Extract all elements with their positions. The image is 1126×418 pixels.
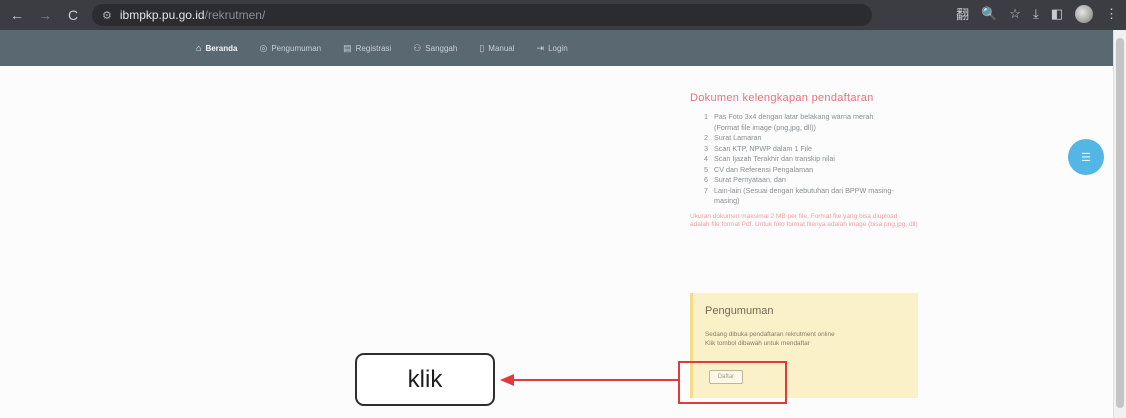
site-settings-icon[interactable]: ⚙: [102, 9, 112, 22]
announcement-icon: ◎: [259, 42, 268, 53]
list-item: 6 Surat Pernyataan, dan: [704, 175, 786, 184]
url-path: /rekrutmen/: [204, 8, 266, 22]
home-icon: ⌂: [196, 43, 202, 53]
main-nav: ⌂ Beranda ◎ Pengumuman ▤ Registrasi ⚇ Sa…: [196, 30, 568, 66]
zoom-icon[interactable]: 🔍: [981, 6, 997, 22]
profile-avatar[interactable]: [1075, 4, 1093, 23]
address-bar[interactable]: ⚙ ibmpkp.pu.go.id /rekrutmen/: [92, 4, 872, 26]
reload-icon[interactable]: C: [62, 4, 84, 26]
user-icon: ⚇: [413, 42, 422, 53]
klik-callout: klik: [355, 353, 495, 406]
announcement-title: Pengumuman: [705, 305, 774, 317]
announcement-body: Sedang dibuka pendaftaran rekrutment onl…: [705, 331, 906, 348]
nav-item-pengumuman[interactable]: ◎ Pengumuman: [259, 43, 321, 54]
nav-label: Manual: [488, 43, 515, 53]
list-item: 7 Lain-lain (Sesuai dengan kebutuhan dari…: [704, 185, 894, 206]
klik-label: klik: [407, 365, 443, 393]
list-item: 4 Scan Ijazah Terakhir dan transkip nilai: [704, 154, 835, 163]
more-menu-icon[interactable]: ⋮: [1105, 6, 1118, 22]
page: ← → C ⚙ ibmpkp.pu.go.id /rekrutmen/ 翻 🔍 …: [0, 0, 1126, 418]
registration-icon: ▤: [343, 42, 352, 53]
login-icon: ⇥: [536, 42, 545, 53]
red-highlight-box: [678, 361, 787, 404]
nav-label: Sanggah: [425, 43, 458, 53]
document-icon: ▯: [479, 42, 485, 53]
announcement-line: Klik tombol dibawah untuk mendaftar: [705, 339, 810, 347]
browser-actions: 翻 🔍 ☆ ⤓ ◧ ⋮: [956, 4, 1118, 23]
upload-note: Ukuran dokumen maksimal 2 MB per file. F…: [690, 212, 918, 228]
scrollbar-thumb[interactable]: [1116, 38, 1124, 408]
arrow-left-icon: [500, 374, 678, 386]
nav-item-manual[interactable]: ▯ Manual: [479, 43, 514, 54]
document-requirements: Dokumen kelengkapan pendaftaran 1 Pas Fot…: [690, 92, 930, 229]
list-item: 3 Scan KTP, NPWP dalam 1 File: [704, 143, 813, 153]
docs-list: 1 Pas Foto 3x4 dengan latar belakang warn…: [690, 112, 930, 207]
url-host: ibmpkp.pu.go.id: [119, 8, 205, 22]
docs-heading: Dokumen kelengkapan pendaftaran: [690, 92, 874, 104]
list-item: 5 CV dan Referensi Pengalaman: [704, 164, 814, 174]
bookmark-star-icon[interactable]: ☆: [1009, 6, 1021, 22]
page-scrollbar[interactable]: [1113, 30, 1126, 418]
nav-label: Registrasi: [355, 43, 392, 53]
nav-item-beranda[interactable]: ⌂ Beranda: [196, 43, 237, 53]
list-item: 2 Surat Lamaran: [704, 133, 762, 142]
browser-toolbar: ← → C ⚙ ibmpkp.pu.go.id /rekrutmen/ 翻 🔍 …: [0, 0, 1126, 30]
announcement-line: Sedang dibuka pendaftaran rekrutment onl…: [705, 331, 835, 338]
translate-icon[interactable]: 翻: [956, 4, 969, 23]
nav-item-sanggah[interactable]: ⚇ Sanggah: [413, 43, 457, 54]
back-icon[interactable]: ←: [6, 4, 28, 26]
site-header: ⌂ Beranda ◎ Pengumuman ▤ Registrasi ⚇ Sa…: [0, 30, 1113, 66]
nav-label: Beranda: [205, 43, 238, 53]
chat-button[interactable]: ☰: [1068, 139, 1104, 175]
forward-icon[interactable]: →: [34, 4, 56, 26]
sidepanel-icon[interactable]: ◧: [1051, 6, 1063, 22]
nav-label: Pengumuman: [271, 43, 322, 53]
nav-item-login[interactable]: ⇥ Login: [537, 43, 568, 54]
download-icon[interactable]: ⤓: [1033, 6, 1039, 22]
nav-label: Login: [548, 43, 568, 53]
nav-item-registrasi[interactable]: ▤ Registrasi: [343, 43, 391, 54]
list-item: 1 Pas Foto 3x4 dengan latar belakang warn…: [704, 112, 874, 132]
chat-icon: ☰: [1081, 151, 1091, 164]
